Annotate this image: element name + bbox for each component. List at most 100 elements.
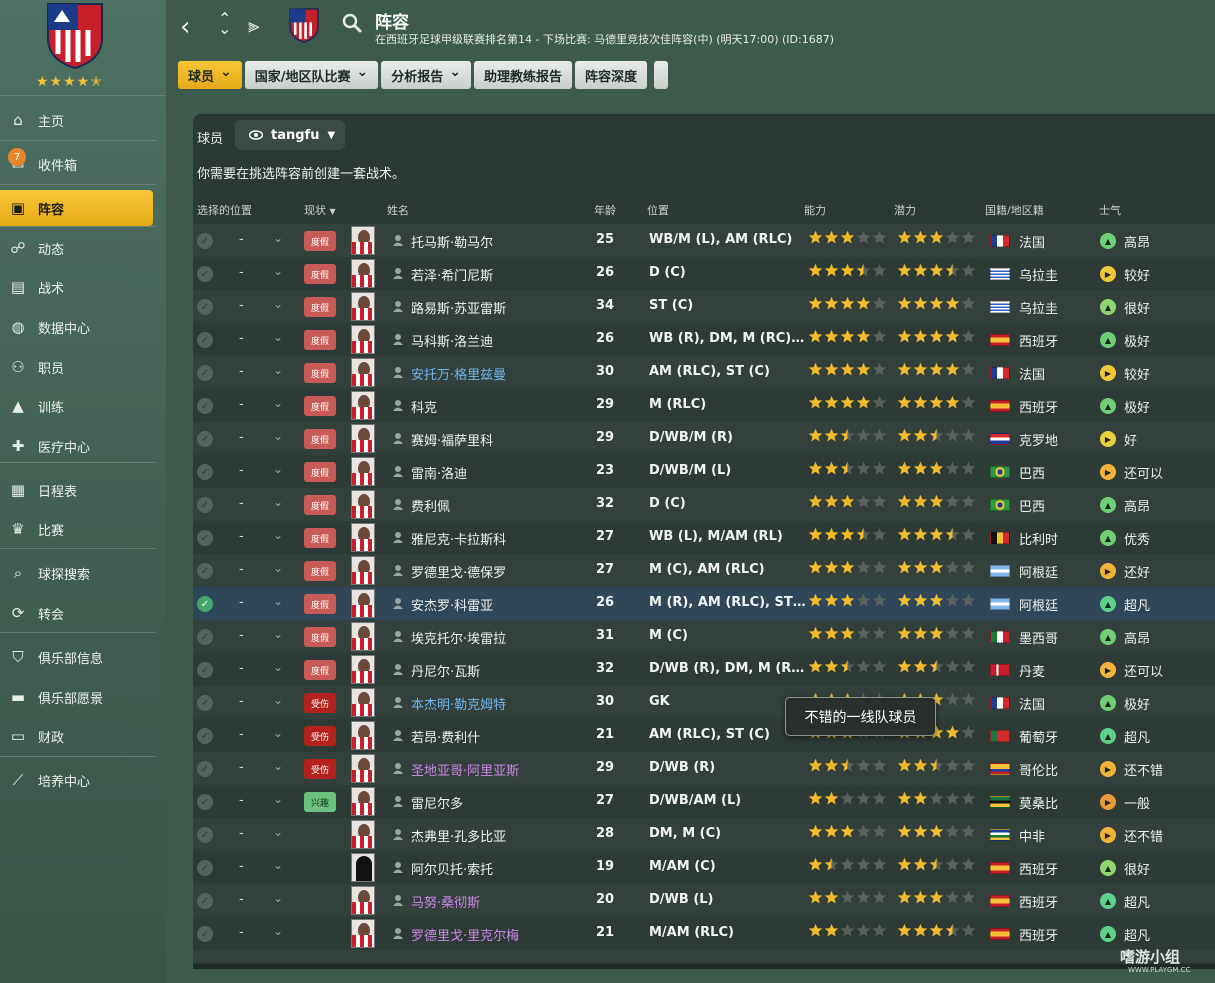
player-name[interactable]: 费利佩 [411, 496, 450, 515]
player-nationality[interactable]: 法国 [1019, 694, 1045, 713]
forward-end-icon[interactable]: ⫸ [248, 13, 259, 37]
player-name[interactable]: 阿尔贝托·索托 [411, 859, 493, 878]
player-photo[interactable] [351, 358, 375, 387]
header-club-crest-icon[interactable] [288, 6, 320, 44]
chevron-down-icon[interactable]: ⌄ [273, 297, 283, 311]
player-name[interactable]: 埃克托尔·埃雷拉 [411, 628, 506, 647]
player-name[interactable]: 丹尼尔·瓦斯 [411, 661, 480, 680]
table-row[interactable]: ✓ - ⌄ 度假 雅尼克·卡拉斯科 27 WB (L), M/AM (RL) 比利时 ▲ 优秀 [193, 521, 1215, 554]
selected-position-value[interactable]: - [239, 562, 244, 577]
selected-position-value[interactable]: - [239, 298, 244, 313]
sidebar-item-5[interactable]: ◍ 数据中心 [0, 309, 166, 345]
sidebar-item-3[interactable]: ☍ 动态 [0, 230, 166, 266]
table-row[interactable]: ✓ - ⌄ 受伤 若昂·费利什 21 AM (RLC), ST (C) 葡萄牙 ▲ 超凡 [193, 719, 1215, 752]
player-photo[interactable] [351, 688, 375, 717]
selection-check-icon[interactable]: ✓ [197, 398, 213, 414]
col-selected-position[interactable]: 选择的位置 [197, 202, 252, 218]
selected-position-value[interactable]: - [239, 892, 244, 907]
club-crest-logo[interactable] [44, 0, 106, 70]
player-photo[interactable] [351, 490, 375, 519]
player-nationality[interactable]: 墨西哥 [1019, 628, 1058, 647]
player-nationality[interactable]: 法国 [1019, 364, 1045, 383]
player-name[interactable]: 安托万·格里兹曼 [411, 364, 506, 383]
selected-position-value[interactable]: - [239, 760, 244, 775]
player-profile-icon[interactable] [392, 894, 404, 906]
nation-flag-icon[interactable] [990, 301, 1010, 313]
chevron-down-icon[interactable]: ⌄ [273, 660, 283, 674]
sidebar-item-12[interactable]: ⟳ 转会 [0, 595, 166, 631]
back-arrow-icon[interactable]: ‹ [180, 12, 190, 42]
nation-flag-icon[interactable] [990, 631, 1010, 643]
player-nationality[interactable]: 西班牙 [1019, 397, 1058, 416]
selection-check-icon[interactable]: ✓ [197, 761, 213, 777]
player-name[interactable]: 若泽·希门尼斯 [411, 265, 493, 284]
nation-flag-icon[interactable] [990, 235, 1010, 247]
chevron-down-icon[interactable]: ⌄ [273, 561, 283, 575]
player-profile-icon[interactable] [392, 663, 404, 675]
player-profile-icon[interactable] [392, 432, 404, 444]
selected-position-value[interactable]: - [239, 826, 244, 841]
status-badge[interactable]: 度假 [304, 495, 336, 515]
player-profile-icon[interactable] [392, 300, 404, 312]
nation-flag-icon[interactable] [990, 466, 1010, 478]
nation-flag-icon[interactable] [990, 796, 1010, 808]
status-badge[interactable]: 度假 [304, 330, 336, 350]
status-badge[interactable]: 受伤 [304, 693, 336, 713]
nation-flag-icon[interactable] [990, 334, 1010, 346]
player-photo[interactable] [351, 556, 375, 585]
table-row[interactable]: ✓ - ⌄ 阿尔贝托·索托 19 M/AM (C) 西班牙 ▲ 很好 [193, 851, 1215, 884]
selected-position-value[interactable]: - [239, 727, 244, 742]
player-profile-icon[interactable] [392, 366, 404, 378]
player-photo[interactable] [351, 457, 375, 486]
col-nationality[interactable]: 国籍/地区籍 [985, 202, 1044, 218]
sidebar-item-1[interactable]: ✉收件箱 [0, 146, 166, 182]
selection-check-icon[interactable]: ✓ [197, 266, 213, 282]
table-row[interactable]: ✓ - ⌄ 度假 马科斯·洛兰迪 26 WB (R), DM, M (RC), AM (R)… [193, 323, 1215, 356]
table-row[interactable] [193, 950, 1215, 962]
selection-check-icon[interactable]: ✓ [197, 596, 213, 612]
player-nationality[interactable]: 西班牙 [1019, 331, 1058, 350]
player-name[interactable]: 路易斯·苏亚雷斯 [411, 298, 506, 317]
sidebar-item-11[interactable]: ⌕ 球探搜索 [0, 555, 166, 591]
player-name[interactable]: 杰弗里·孔多比亚 [411, 826, 506, 845]
status-badge[interactable]: 度假 [304, 297, 336, 317]
player-name[interactable]: 本杰明·勒克姆特 [411, 694, 506, 713]
nation-flag-icon[interactable] [990, 598, 1010, 610]
selected-position-value[interactable]: - [239, 661, 244, 676]
selected-position-value[interactable]: - [239, 430, 244, 445]
table-row[interactable]: ✓ - ⌄ 度假 罗德里戈·德保罗 27 M (C), AM (RLC) 阿根廷 ▶ 还好 [193, 554, 1215, 587]
chevron-down-icon[interactable]: ⌄ [273, 528, 283, 542]
status-badge[interactable]: 受伤 [304, 726, 336, 746]
chevron-down-icon[interactable]: ⌄ [273, 825, 283, 839]
player-photo[interactable] [351, 622, 375, 651]
sidebar-item-13[interactable]: ⛉ 俱乐部信息 [0, 639, 166, 675]
player-name[interactable]: 雷尼尔多 [411, 793, 463, 812]
sidebar-item-15[interactable]: ▭ 财政 [0, 718, 166, 754]
nation-flag-icon[interactable] [990, 565, 1010, 577]
player-nationality[interactable]: 巴西 [1019, 463, 1045, 482]
nation-flag-icon[interactable] [990, 268, 1010, 280]
selected-position-value[interactable]: - [239, 364, 244, 379]
table-row[interactable]: ✓ - ⌄ 度假 路易斯·苏亚雷斯 34 ST (C) 乌拉圭 ▲ 很好 [193, 290, 1215, 323]
chevron-down-icon[interactable]: ⌄ [273, 693, 283, 707]
player-nationality[interactable]: 莫桑比 [1019, 793, 1058, 812]
player-nationality[interactable]: 西班牙 [1019, 892, 1058, 911]
selection-check-icon[interactable]: ✓ [197, 728, 213, 744]
sidebar-item-8[interactable]: ✚ 医疗中心 [0, 428, 166, 464]
selection-check-icon[interactable]: ✓ [197, 497, 213, 513]
sidebar-item-16[interactable]: ⟋ 培养中心 [0, 762, 166, 798]
table-row[interactable]: ✓ - ⌄ 度假 安托万·格里兹曼 30 AM (RLC), ST (C) 法国 ▶ 较好 [193, 356, 1215, 389]
status-badge[interactable]: 兴趣 [304, 792, 336, 812]
nation-flag-icon[interactable] [990, 664, 1010, 676]
toolbar-button-1[interactable]: 国家/地区队比赛 ⌄ [244, 61, 379, 89]
player-profile-icon[interactable] [392, 465, 404, 477]
toolbar-button-4[interactable]: 阵容深度 [575, 61, 648, 89]
player-profile-icon[interactable] [392, 399, 404, 411]
player-nationality[interactable]: 乌拉圭 [1019, 298, 1058, 317]
player-profile-icon[interactable] [392, 597, 404, 609]
player-photo[interactable] [351, 886, 375, 915]
chevron-down-icon[interactable]: ⌄ [273, 594, 283, 608]
player-name[interactable]: 雅尼克·卡拉斯科 [411, 529, 506, 548]
selection-check-icon[interactable]: ✓ [197, 794, 213, 810]
chevron-down-icon[interactable]: ⌄ [273, 759, 283, 773]
